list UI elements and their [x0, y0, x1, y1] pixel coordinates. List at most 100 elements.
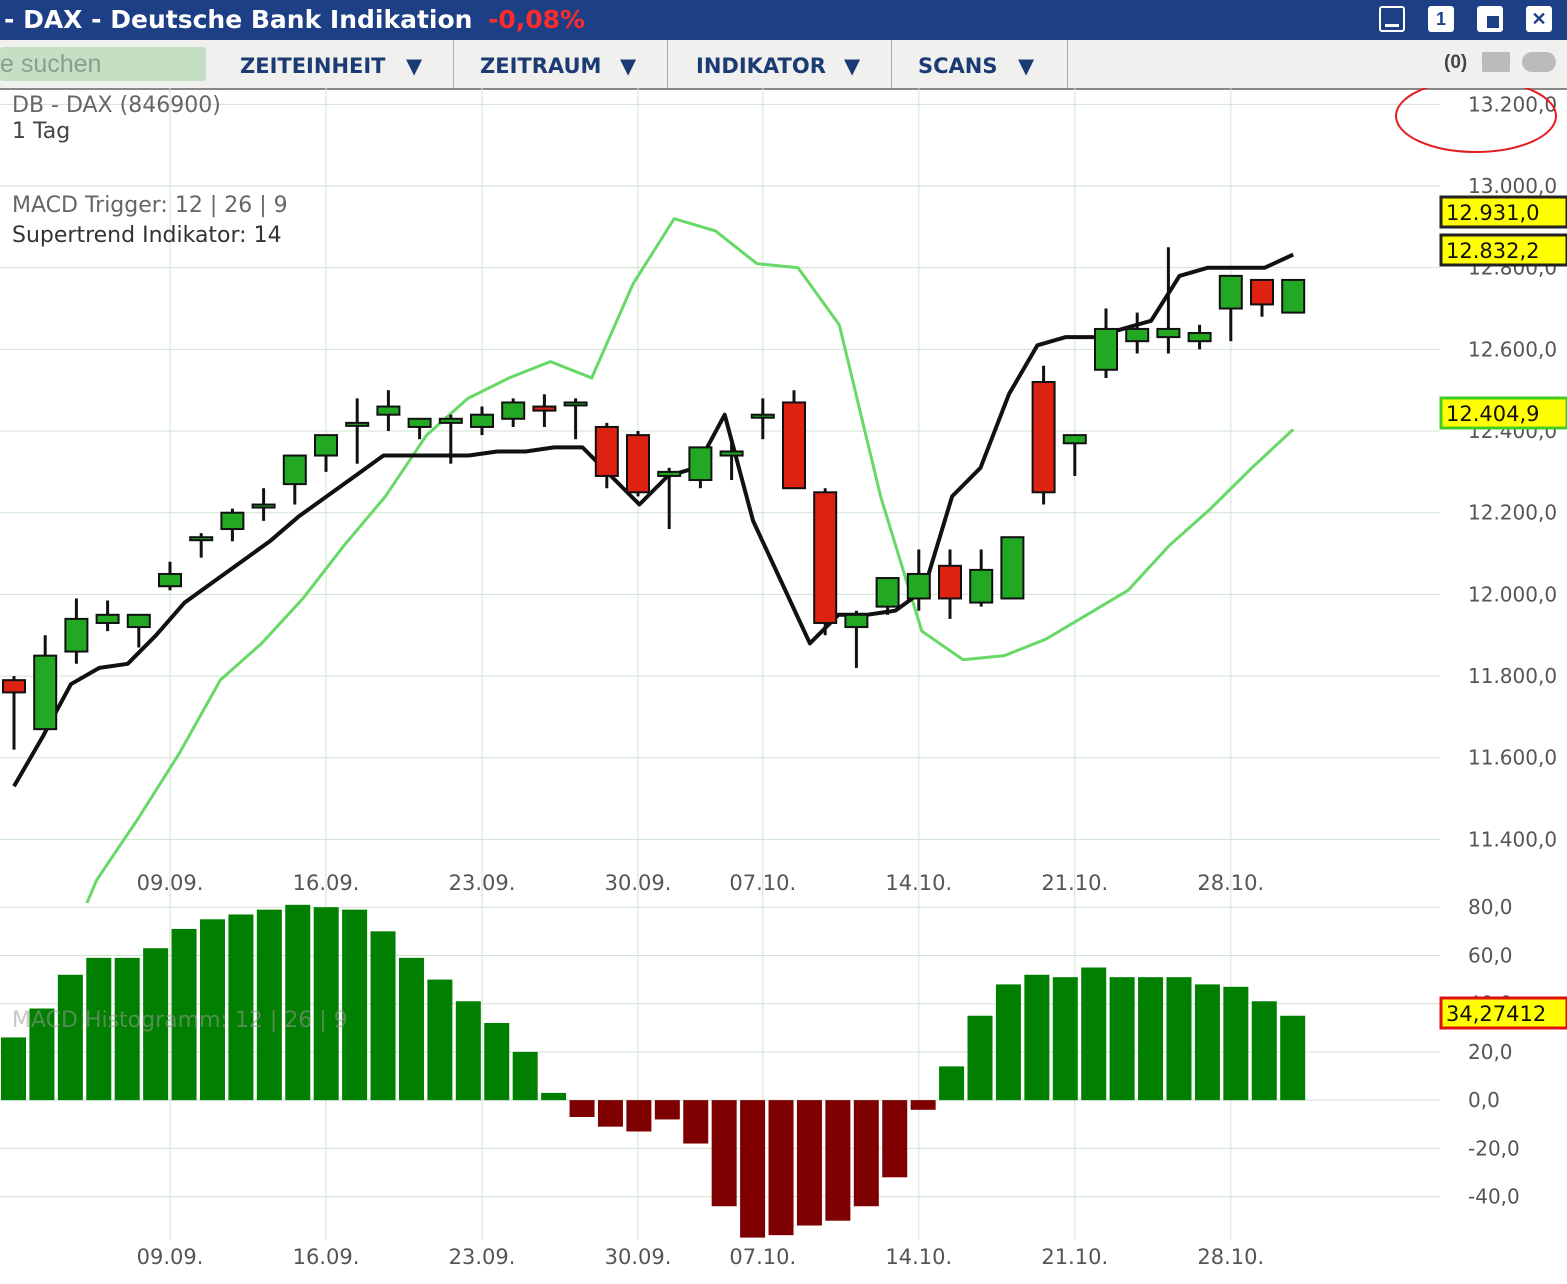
candle	[627, 431, 649, 496]
candle	[1095, 309, 1117, 378]
histogram-bar	[314, 907, 339, 1100]
y-tick-label: -40,0	[1468, 1185, 1520, 1209]
x-tick-label: 23.09.	[449, 1245, 516, 1269]
candle	[689, 447, 711, 488]
candle-body	[471, 415, 493, 427]
histogram-bar	[513, 1052, 538, 1100]
candle	[502, 398, 524, 427]
candle-body	[877, 578, 899, 607]
menu-zeiteinheit[interactable]: ZEITEINHEIT ▼	[212, 40, 454, 88]
change-percent: -0,08%	[488, 5, 585, 34]
candle	[221, 509, 243, 542]
candle	[565, 398, 587, 439]
y-tick-label: 80,0	[1468, 895, 1513, 919]
x-tick-label: 16.09.	[293, 1245, 360, 1269]
candle	[783, 390, 805, 488]
histogram-bar	[427, 980, 452, 1101]
histogram-bar	[570, 1100, 595, 1117]
candle-body	[1064, 435, 1086, 443]
x-tick-label: 09.09.	[137, 1245, 204, 1269]
candle	[159, 562, 181, 591]
candle-body	[627, 435, 649, 492]
folder-icon[interactable]	[1482, 52, 1510, 72]
x-tick-label: 30.09.	[605, 1245, 672, 1269]
title-bar: - DAX - Deutsche Bank Indikation -0,08% …	[0, 0, 1567, 40]
chevron-down-icon: ▼	[406, 40, 422, 92]
histogram-bar	[1, 1037, 26, 1100]
candle	[190, 533, 212, 558]
y-tick-label: -20,0	[1468, 1136, 1520, 1160]
histogram-bar	[683, 1100, 708, 1143]
histogram-bar	[626, 1100, 651, 1131]
candle-body	[190, 537, 212, 540]
cloud-icon[interactable]	[1522, 52, 1556, 72]
candle-body	[65, 619, 87, 652]
histogram-bar	[598, 1100, 623, 1127]
candle-body	[221, 513, 243, 529]
x-tick-label: 16.09.	[293, 871, 360, 895]
period-label: 1 Tag	[12, 119, 70, 144]
x-tick-label: 30.09.	[605, 871, 672, 895]
candle	[1157, 247, 1179, 353]
candle-body	[721, 451, 743, 455]
histogram-bar	[1053, 977, 1078, 1100]
histogram-bar	[968, 1016, 993, 1100]
candle	[377, 390, 399, 431]
candle	[970, 549, 992, 606]
minimize-button[interactable]	[1379, 6, 1405, 32]
y-tick-label: 60,0	[1468, 943, 1513, 967]
supertrend-last-label: 12.832,2	[1441, 235, 1567, 265]
histogram-bar	[854, 1100, 879, 1206]
menu-label: ZEITEINHEIT	[240, 40, 386, 92]
histogram-bar	[1110, 977, 1135, 1100]
candle	[34, 635, 56, 733]
histogram-bar	[257, 910, 282, 1100]
candle	[1001, 537, 1023, 598]
histogram-bar	[882, 1100, 907, 1177]
y-tick-label: 11.600,0	[1468, 746, 1557, 770]
macd-last-label-text: 12.404,9	[1446, 402, 1540, 426]
y-tick-label: 13.000,0	[1468, 174, 1557, 198]
menu-indikator[interactable]: INDIKATOR ▼	[668, 40, 892, 88]
histogram-bar	[1223, 987, 1248, 1100]
candle	[533, 394, 555, 427]
histogram-bar	[939, 1066, 964, 1100]
histogram-bar	[996, 984, 1021, 1100]
candle-body	[1220, 276, 1242, 309]
histogram-bar	[655, 1100, 680, 1119]
candle-body	[1001, 537, 1023, 598]
x-tick-label: 28.10.	[1197, 1245, 1264, 1269]
chevron-down-icon: ▼	[1018, 40, 1034, 92]
candle-body	[689, 447, 711, 480]
candle	[845, 611, 867, 668]
y-tick-label: 12.000,0	[1468, 582, 1557, 606]
histogram-bar	[456, 1001, 481, 1100]
layout-one-button[interactable]: 1	[1428, 6, 1454, 32]
candle-body	[3, 680, 25, 692]
candle	[814, 488, 836, 635]
menu-scans[interactable]: SCANS ▼	[892, 40, 1068, 88]
candle-body	[814, 492, 836, 623]
window-title: - DAX - Deutsche Bank Indikation	[4, 5, 472, 34]
menu-zeitraum[interactable]: ZEITRAUM ▼	[454, 40, 668, 88]
histogram-bar	[740, 1100, 765, 1237]
menu-label: SCANS	[918, 40, 998, 92]
candle-body	[346, 423, 368, 426]
x-tick-label: 09.09.	[137, 871, 204, 895]
instrument-label: DB - DAX (846900)	[12, 93, 221, 118]
candle-body	[1033, 382, 1055, 492]
x-tick-label: 28.10.	[1197, 871, 1264, 895]
x-tick-label: 14.10.	[885, 1245, 952, 1269]
close-button[interactable]: ✕	[1526, 6, 1552, 32]
candle-body	[533, 407, 555, 411]
restore-button[interactable]	[1477, 6, 1503, 32]
x-tick-label: 21.10.	[1041, 871, 1108, 895]
histogram-bar	[825, 1100, 850, 1221]
candle	[1189, 325, 1211, 350]
candle	[284, 456, 306, 505]
search-input[interactable]: e suchen	[0, 47, 206, 81]
candle-body	[970, 570, 992, 603]
x-tick-label: 07.10.	[729, 1245, 796, 1269]
candle	[1033, 366, 1055, 505]
candle	[939, 549, 961, 618]
